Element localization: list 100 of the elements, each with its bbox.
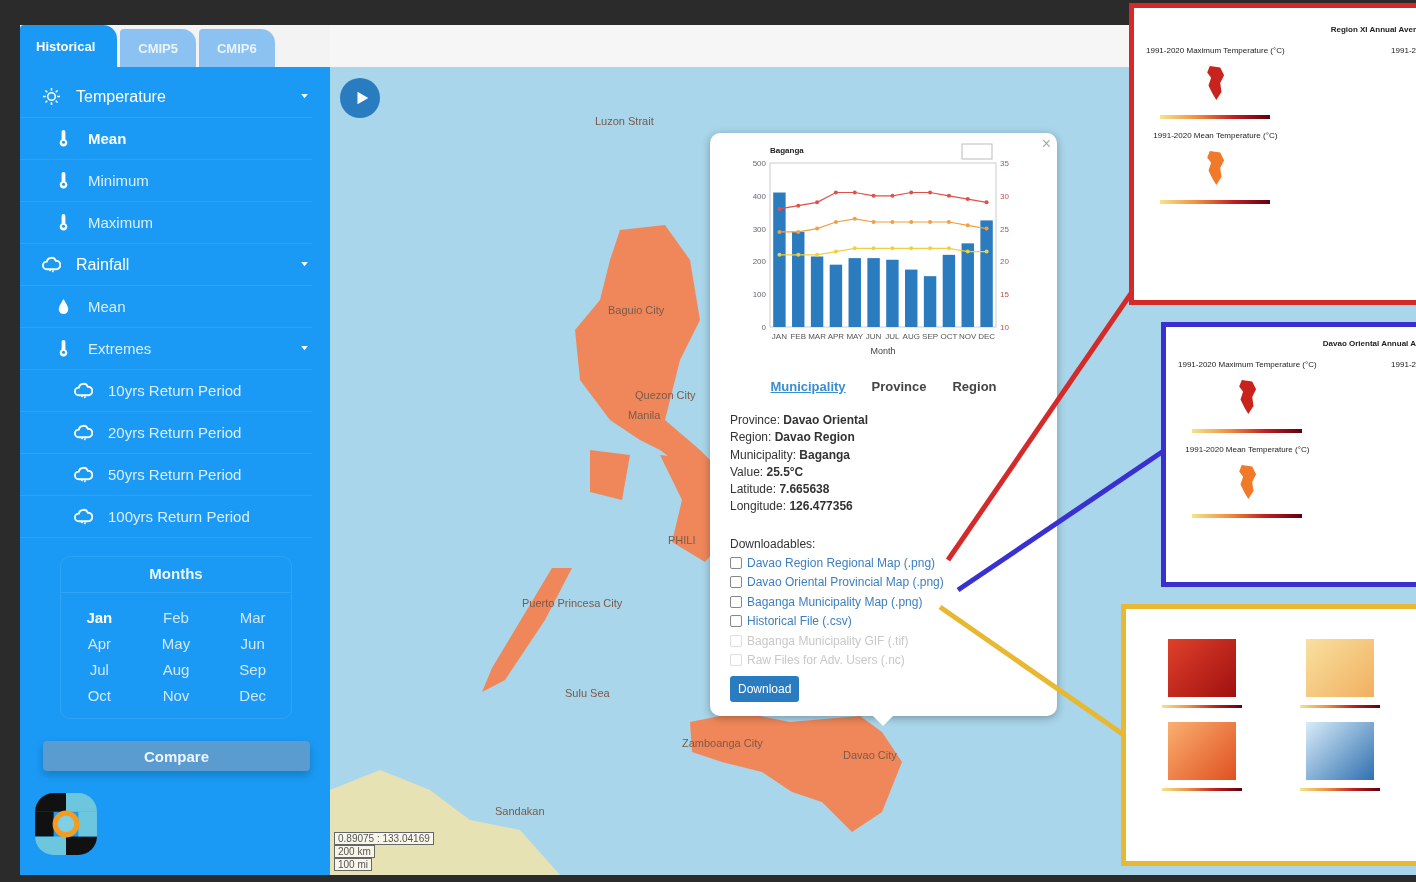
- axis-tick-label: JUN: [865, 332, 882, 341]
- map-label: Sandakan: [495, 805, 545, 817]
- menu-item[interactable]: Rainfall: [76, 255, 301, 274]
- axis-tick-label: MAY: [846, 332, 864, 341]
- logo-icon: [33, 791, 99, 857]
- axis-tick-label: SEP: [922, 332, 939, 341]
- map-title: 1991-2020 Maximum Temperature (°C): [1146, 46, 1285, 55]
- caret-icon[interactable]: [301, 262, 308, 267]
- cloud-icon: [74, 423, 93, 442]
- axis-tick-label: 300: [752, 224, 766, 234]
- month-option[interactable]: Nov: [162, 687, 190, 704]
- month-option[interactable]: Jul: [89, 661, 109, 678]
- map-title: 1991-2020 Mean Temperature (°C): [1185, 445, 1310, 454]
- cloud-icon: [74, 465, 93, 484]
- downloads-title: Downloadables:: [730, 535, 817, 553]
- month-option[interactable]: May: [161, 635, 191, 652]
- map-title: 1991-2: [1391, 360, 1416, 371]
- preview-title: Region XI Annual Aver: [1329, 24, 1416, 34]
- month-option[interactable]: Jun: [240, 635, 265, 652]
- axis-tick-label: 100: [752, 290, 766, 300]
- info-line: Municipality: Baganga: [730, 446, 852, 464]
- map-label: Manila: [628, 409, 661, 421]
- map-label: Sulu Sea: [565, 687, 610, 699]
- map-image: [1306, 722, 1374, 780]
- month-option[interactable]: Oct: [87, 687, 111, 704]
- play-button[interactable]: [340, 78, 380, 118]
- axis-tick-label: 10: [1000, 323, 1009, 332]
- axis-tick-label: 200: [752, 257, 766, 267]
- axis-tick-label: FEB: [790, 332, 807, 341]
- tab[interactable]: CMIP6: [199, 29, 275, 67]
- map-image: [1306, 639, 1374, 697]
- rainfall-bar: [810, 256, 824, 327]
- month-option[interactable]: Feb: [163, 609, 189, 626]
- month-option[interactable]: Dec: [239, 687, 266, 704]
- checkbox[interactable]: [730, 595, 742, 608]
- download-button[interactable]: Download: [730, 675, 800, 702]
- rainfall-bar: [886, 259, 899, 327]
- months-title: Months: [61, 565, 291, 593]
- rainfall-bar: [867, 258, 880, 327]
- map-coordinates: 0.89075 : 133.04169: [334, 832, 434, 845]
- menu-item[interactable]: Mean: [88, 298, 312, 315]
- caret-icon[interactable]: [301, 94, 308, 99]
- month-option[interactable]: Sep: [239, 661, 266, 678]
- axis-tick-label: APR: [827, 332, 845, 341]
- month-option[interactable]: Apr: [87, 635, 111, 652]
- scale-bar: 200 km: [334, 845, 375, 858]
- rainfall-bar: [923, 276, 937, 327]
- map-label: Luzon Strait: [595, 115, 654, 127]
- rainfall-bar: [905, 269, 918, 327]
- compare-button[interactable]: Compare: [43, 741, 310, 771]
- info-line: Latitude: 7.665638: [730, 481, 831, 499]
- axis-tick-label: JUL: [885, 332, 900, 341]
- info-line: Longitude: 126.477356: [730, 498, 854, 516]
- axis-tick-label: 500: [752, 159, 766, 168]
- caret-icon[interactable]: [301, 346, 308, 351]
- map-label: Baguio City: [608, 304, 665, 316]
- menu-item[interactable]: Temperature: [76, 87, 301, 106]
- month-option[interactable]: Jan: [86, 609, 113, 626]
- menu-item[interactable]: Maximum: [88, 214, 312, 231]
- download-option[interactable]: Historical File (.csv): [747, 614, 852, 629]
- axis-tick-label: OCT: [940, 332, 958, 341]
- level-tab[interactable]: Province: [871, 379, 927, 394]
- menu-item[interactable]: 10yrs Return Period: [108, 382, 312, 399]
- menu-item[interactable]: Minimum: [88, 172, 312, 189]
- cloud-icon: [74, 507, 93, 526]
- month-option[interactable]: Aug: [162, 661, 190, 678]
- close-button[interactable]: ×: [1041, 135, 1051, 153]
- cloud-icon: [42, 255, 61, 274]
- axis-tick-label: NOV: [959, 332, 977, 341]
- tab[interactable]: CMIP5: [120, 29, 196, 67]
- tab[interactable]: Historical: [20, 25, 118, 67]
- chart-legend: [961, 143, 993, 160]
- axis-tick-label: 25: [1000, 224, 1009, 234]
- map-image: [1168, 722, 1236, 780]
- menu-item[interactable]: 20yrs Return Period: [108, 424, 312, 441]
- axis-tick-label: 400: [752, 191, 766, 201]
- menu-item[interactable]: Extremes: [88, 340, 301, 357]
- download-option[interactable]: Davao Oriental Provincial Map (.png): [747, 575, 944, 590]
- chart-title: Baganga: [770, 146, 804, 155]
- level-tab[interactable]: Region: [952, 379, 997, 394]
- axis-tick-label: 0: [761, 323, 766, 332]
- level-tab[interactable]: Municipality: [770, 379, 846, 394]
- axis-tick-label: 30: [1000, 191, 1009, 201]
- info-line: Province: Davao Oriental: [730, 412, 870, 429]
- checkbox[interactable]: [730, 576, 742, 589]
- checkbox[interactable]: [730, 556, 742, 569]
- month-option[interactable]: Mar: [239, 609, 266, 626]
- axis-tick-label: DEC: [978, 332, 996, 341]
- info-line: Value: 25.5°C: [730, 463, 805, 481]
- menu-item[interactable]: 100yrs Return Period: [108, 508, 312, 525]
- map-title: 1991-2020 Mean Temperature (°C): [1153, 131, 1278, 140]
- menu-item[interactable]: Mean: [88, 130, 312, 147]
- download-option[interactable]: Davao Region Regional Map (.png): [747, 555, 936, 570]
- checkbox[interactable]: [730, 615, 742, 628]
- rainfall-bar: [829, 264, 843, 327]
- axis-tick-label: MAR: [808, 332, 826, 341]
- info-line: Region: Davao Region: [730, 429, 856, 447]
- rainfall-bar: [848, 258, 861, 327]
- download-option[interactable]: Baganga Municipality Map (.png): [747, 594, 923, 609]
- menu-item[interactable]: 50yrs Return Period: [108, 466, 312, 483]
